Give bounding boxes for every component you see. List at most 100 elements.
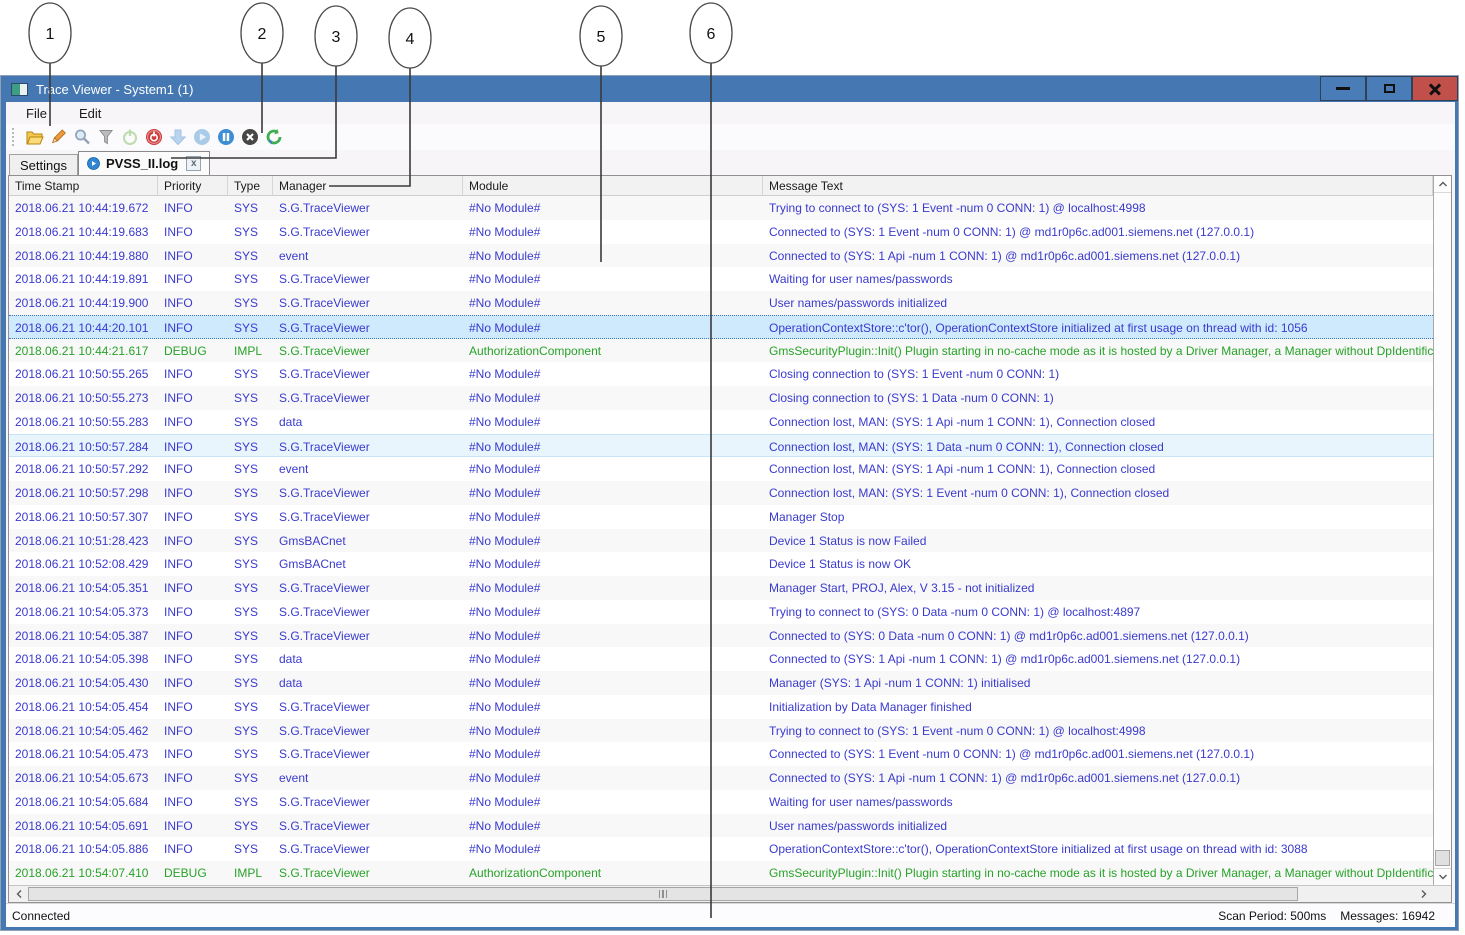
cell-priority: INFO xyxy=(158,410,228,434)
column-header-message-text[interactable]: Message Text xyxy=(763,176,1433,195)
open-folder-button[interactable] xyxy=(22,126,46,148)
cell-message: Connection lost, MAN: (SYS: 1 Data -num … xyxy=(763,435,1433,457)
cell-time: 2018.06.21 10:54:05.886 xyxy=(9,837,158,861)
vertical-scroll-thumb[interactable] xyxy=(1435,850,1450,866)
table-row[interactable]: 2018.06.21 10:50:57.307INFOSYSS.G.TraceV… xyxy=(9,505,1433,529)
cell-time: 2018.06.21 10:50:57.284 xyxy=(9,435,158,457)
open-folder-icon xyxy=(25,128,44,146)
table-row[interactable]: 2018.06.21 10:54:05.454INFOSYSS.G.TraceV… xyxy=(9,695,1433,719)
pause-button[interactable] xyxy=(214,126,238,148)
cell-type: SYS xyxy=(228,814,273,838)
cell-time: 2018.06.21 10:44:19.891 xyxy=(9,267,158,291)
table-row[interactable]: 2018.06.21 10:54:05.351INFOSYSS.G.TraceV… xyxy=(9,576,1433,600)
horizontal-scroll-thumb[interactable] xyxy=(28,887,1298,901)
table-row[interactable]: 2018.06.21 10:50:57.292INFOSYSevent#No M… xyxy=(9,457,1433,481)
table-row[interactable]: 2018.06.21 10:50:55.283INFOSYSdata#No Mo… xyxy=(9,410,1433,434)
edit-pencil-button[interactable] xyxy=(46,126,70,148)
scroll-up-button[interactable] xyxy=(1434,176,1451,193)
cell-priority: INFO xyxy=(158,647,228,671)
table-row[interactable]: 2018.06.21 10:44:19.900INFOSYSS.G.TraceV… xyxy=(9,291,1433,315)
search-button[interactable] xyxy=(70,126,94,148)
power-off-button[interactable] xyxy=(142,126,166,148)
table-row[interactable]: 2018.06.21 10:50:55.273INFOSYSS.G.TraceV… xyxy=(9,386,1433,410)
cell-module: #No Module# xyxy=(463,267,763,291)
table-row[interactable]: 2018.06.21 10:44:21.617DEBUGIMPLS.G.Trac… xyxy=(9,339,1433,363)
menu-file[interactable]: File xyxy=(20,104,59,123)
minimize-button[interactable] xyxy=(1320,76,1366,101)
thumb-grip-icon xyxy=(659,890,661,898)
table-row[interactable]: 2018.06.21 10:44:19.891INFOSYSS.G.TraceV… xyxy=(9,267,1433,291)
table-row[interactable]: 2018.06.21 10:50:57.298INFOSYSS.G.TraceV… xyxy=(9,481,1433,505)
cell-manager: S.G.TraceViewer xyxy=(273,624,463,648)
horizontal-scrollbar[interactable] xyxy=(9,885,1433,902)
app-icon xyxy=(11,83,28,96)
table-row[interactable]: 2018.06.21 10:44:19.672INFOSYSS.G.TraceV… xyxy=(9,196,1433,220)
cell-manager: S.G.TraceViewer xyxy=(273,196,463,220)
scroll-down-button[interactable] xyxy=(1434,868,1451,885)
table-row[interactable]: 2018.06.21 10:54:05.398INFOSYSdata#No Mo… xyxy=(9,647,1433,671)
column-header-module[interactable]: Module xyxy=(463,176,763,195)
column-header-priority[interactable]: Priority xyxy=(158,176,228,195)
cell-module: #No Module# xyxy=(463,410,763,434)
cancel-button[interactable] xyxy=(238,126,262,148)
vertical-scrollbar[interactable] xyxy=(1433,176,1451,885)
scroll-right-button[interactable] xyxy=(1414,886,1433,902)
tab-close-button[interactable]: x xyxy=(186,156,201,171)
download-button[interactable] xyxy=(166,126,190,148)
play-button[interactable] xyxy=(190,126,214,148)
table-row[interactable]: 2018.06.21 10:50:57.284INFOSYSS.G.TraceV… xyxy=(9,434,1433,458)
cell-time: 2018.06.21 10:54:05.387 xyxy=(9,624,158,648)
table-row[interactable]: 2018.06.21 10:54:05.691INFOSYSS.G.TraceV… xyxy=(9,814,1433,838)
maximize-button[interactable] xyxy=(1366,76,1412,101)
column-header-type[interactable]: Type xyxy=(228,176,273,195)
table-row[interactable]: 2018.06.21 10:51:28.423INFOSYSGmsBACnet#… xyxy=(9,529,1433,553)
cell-priority: INFO xyxy=(158,552,228,576)
cell-manager: S.G.TraceViewer xyxy=(273,339,463,363)
cell-time: 2018.06.21 10:54:05.473 xyxy=(9,742,158,766)
cell-priority: INFO xyxy=(158,766,228,790)
table-row[interactable]: 2018.06.21 10:52:08.429INFOSYSGmsBACnet#… xyxy=(9,552,1433,576)
cell-type: SYS xyxy=(228,719,273,743)
cell-message: Device 1 Status is now Failed xyxy=(763,529,1433,553)
column-header-time-stamp[interactable]: Time Stamp xyxy=(9,176,158,195)
close-button[interactable] xyxy=(1412,76,1458,101)
cell-module: AuthorizationComponent xyxy=(463,861,763,885)
filter-button[interactable] xyxy=(94,126,118,148)
scroll-left-button[interactable] xyxy=(9,886,28,902)
tab-log[interactable]: PVSS_II.log x xyxy=(78,151,210,175)
table-row[interactable]: 2018.06.21 10:44:19.880INFOSYSevent#No M… xyxy=(9,244,1433,268)
refresh-button[interactable] xyxy=(262,126,286,148)
power-on-button[interactable] xyxy=(118,126,142,148)
table-row[interactable]: 2018.06.21 10:44:20.101INFOSYSS.G.TraceV… xyxy=(9,315,1433,339)
table-row[interactable]: 2018.06.21 10:54:05.373INFOSYSS.G.TraceV… xyxy=(9,600,1433,624)
menu-edit[interactable]: Edit xyxy=(73,104,113,123)
table-row[interactable]: 2018.06.21 10:54:05.430INFOSYSdata#No Mo… xyxy=(9,671,1433,695)
cell-time: 2018.06.21 10:50:55.265 xyxy=(9,362,158,386)
callout-number-5: 5 xyxy=(597,29,606,46)
cell-priority: INFO xyxy=(158,719,228,743)
table-row[interactable]: 2018.06.21 10:50:55.265INFOSYSS.G.TraceV… xyxy=(9,362,1433,386)
callout-number-6: 6 xyxy=(707,26,716,43)
cell-manager: GmsBACnet xyxy=(273,552,463,576)
table-row[interactable]: 2018.06.21 10:44:19.683INFOSYSS.G.TraceV… xyxy=(9,220,1433,244)
table-row[interactable]: 2018.06.21 10:54:05.473INFOSYSS.G.TraceV… xyxy=(9,742,1433,766)
window-body: File Edit xyxy=(6,102,1455,927)
table-row[interactable]: 2018.06.21 10:54:05.462INFOSYSS.G.TraceV… xyxy=(9,719,1433,743)
table-row[interactable]: 2018.06.21 10:54:07.410DEBUGIMPLS.G.Trac… xyxy=(9,861,1433,885)
toolbar-grip[interactable] xyxy=(12,128,16,146)
table-row[interactable]: 2018.06.21 10:54:05.387INFOSYSS.G.TraceV… xyxy=(9,624,1433,648)
cell-manager: S.G.TraceViewer xyxy=(273,742,463,766)
table-header: Time Stamp Priority Type Manager Module … xyxy=(9,176,1433,196)
table-row[interactable]: 2018.06.21 10:54:05.886INFOSYSS.G.TraceV… xyxy=(9,837,1433,861)
cell-module: #No Module# xyxy=(463,529,763,553)
cell-message: Connected to (SYS: 1 Api -num 1 CONN: 1)… xyxy=(763,647,1433,671)
cell-type: SYS xyxy=(228,576,273,600)
cell-message: Connected to (SYS: 0 Data -num 0 CONN: 1… xyxy=(763,624,1433,648)
cell-module: #No Module# xyxy=(463,362,763,386)
table-row[interactable]: 2018.06.21 10:54:05.673INFOSYSevent#No M… xyxy=(9,766,1433,790)
cell-module: #No Module# xyxy=(463,742,763,766)
column-header-manager[interactable]: Manager xyxy=(273,176,463,195)
callout-number-1: 1 xyxy=(46,26,55,43)
table-row[interactable]: 2018.06.21 10:54:05.684INFOSYSS.G.TraceV… xyxy=(9,790,1433,814)
tab-settings[interactable]: Settings xyxy=(9,154,78,175)
